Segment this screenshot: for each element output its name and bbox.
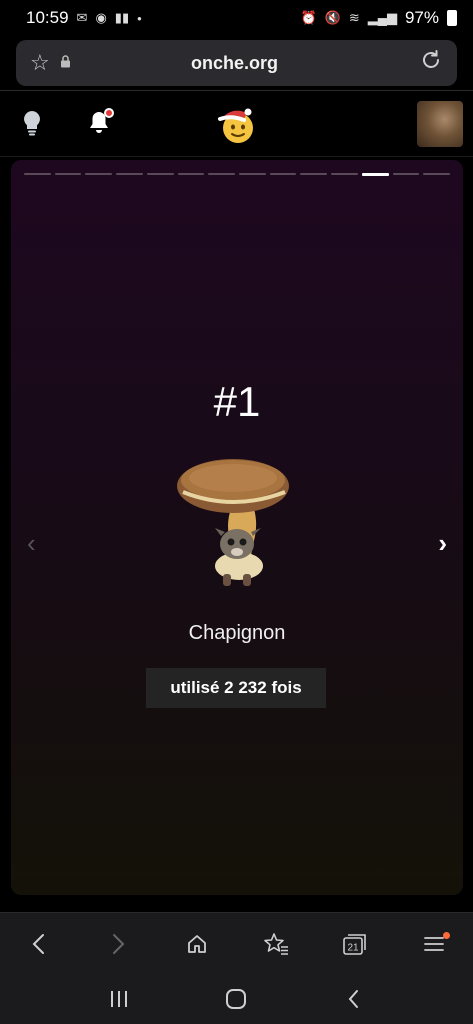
clock: 10:59 — [26, 8, 69, 27]
progress-segment — [269, 173, 297, 175]
progress-segment — [239, 173, 266, 175]
battery-icon — [447, 10, 457, 26]
progress-segment — [423, 173, 451, 175]
url-text[interactable]: onche.org — [80, 53, 419, 74]
progress-segment — [331, 173, 358, 175]
stats-icon: ▮▮ — [114, 10, 130, 25]
tabs-icon[interactable]: 21 — [335, 924, 375, 964]
reddit-icon: ◉ — [95, 10, 107, 25]
progress-segment — [146, 173, 174, 175]
address-bar[interactable]: ☆ onche.org — [16, 40, 457, 86]
address-bar-container: ☆ onche.org — [16, 40, 457, 86]
status-bar: 10:59 ✉ ◉ ▮▮ • ⏰ 🔇 ≋ ▂▄▆ 97% — [0, 0, 473, 36]
progress-segment — [392, 173, 420, 175]
menu-notification-dot — [442, 931, 450, 939]
recents-icon[interactable] — [99, 979, 139, 1019]
usage-badge: utilisé 2 232 fois — [146, 668, 326, 708]
divider — [0, 90, 473, 91]
story-card[interactable]: #1 ‹ › Chapignon utilisé 2 232 fois — [11, 160, 463, 895]
system-navigation — [0, 974, 473, 1024]
sticker-image — [175, 456, 297, 591]
signal-icon: ▂▄▆ — [367, 10, 397, 25]
progress-segment — [300, 173, 328, 175]
forward-icon[interactable] — [98, 924, 138, 964]
story-progress — [24, 173, 451, 176]
reload-icon[interactable] — [419, 48, 443, 79]
lock-icon[interactable] — [60, 55, 80, 71]
back-nav-icon[interactable] — [334, 979, 374, 1019]
bell-icon[interactable] — [88, 108, 114, 136]
progress-segment — [116, 173, 143, 175]
battery-percent: 97% — [404, 8, 439, 27]
wifi-icon: ≋ — [348, 10, 360, 25]
progress-segment — [54, 173, 82, 175]
back-icon[interactable] — [19, 924, 59, 964]
alarm-icon: ⏰ — [300, 10, 317, 25]
chevron-right-icon[interactable]: › — [438, 528, 447, 559]
menu-icon[interactable] — [414, 924, 454, 964]
sticker-name: Chapignon — [188, 622, 286, 644]
mute-icon: 🔇 — [324, 10, 341, 25]
app-header — [0, 92, 473, 156]
mail-icon: ✉ — [76, 10, 88, 25]
avatar[interactable] — [417, 101, 463, 147]
progress-segment — [361, 173, 389, 176]
tabs-count: 21 — [347, 942, 359, 953]
star-icon[interactable]: ☆ — [30, 50, 60, 76]
progress-segment — [24, 173, 51, 175]
notification-dot — [104, 108, 114, 118]
bookmarks-icon[interactable] — [256, 924, 296, 964]
chevron-left-icon[interactable]: ‹ — [27, 528, 36, 559]
progress-segment — [208, 173, 236, 175]
progress-segment — [177, 173, 205, 175]
dot-icon: • — [137, 10, 142, 26]
home-icon[interactable] — [177, 924, 217, 964]
divider — [0, 156, 473, 157]
rank-label: #1 — [213, 378, 261, 425]
logo-icon[interactable] — [217, 104, 257, 144]
bulb-icon[interactable] — [22, 110, 42, 136]
progress-segment — [85, 173, 113, 175]
browser-toolbar: 21 — [0, 912, 473, 974]
home-nav-icon[interactable] — [216, 979, 256, 1019]
